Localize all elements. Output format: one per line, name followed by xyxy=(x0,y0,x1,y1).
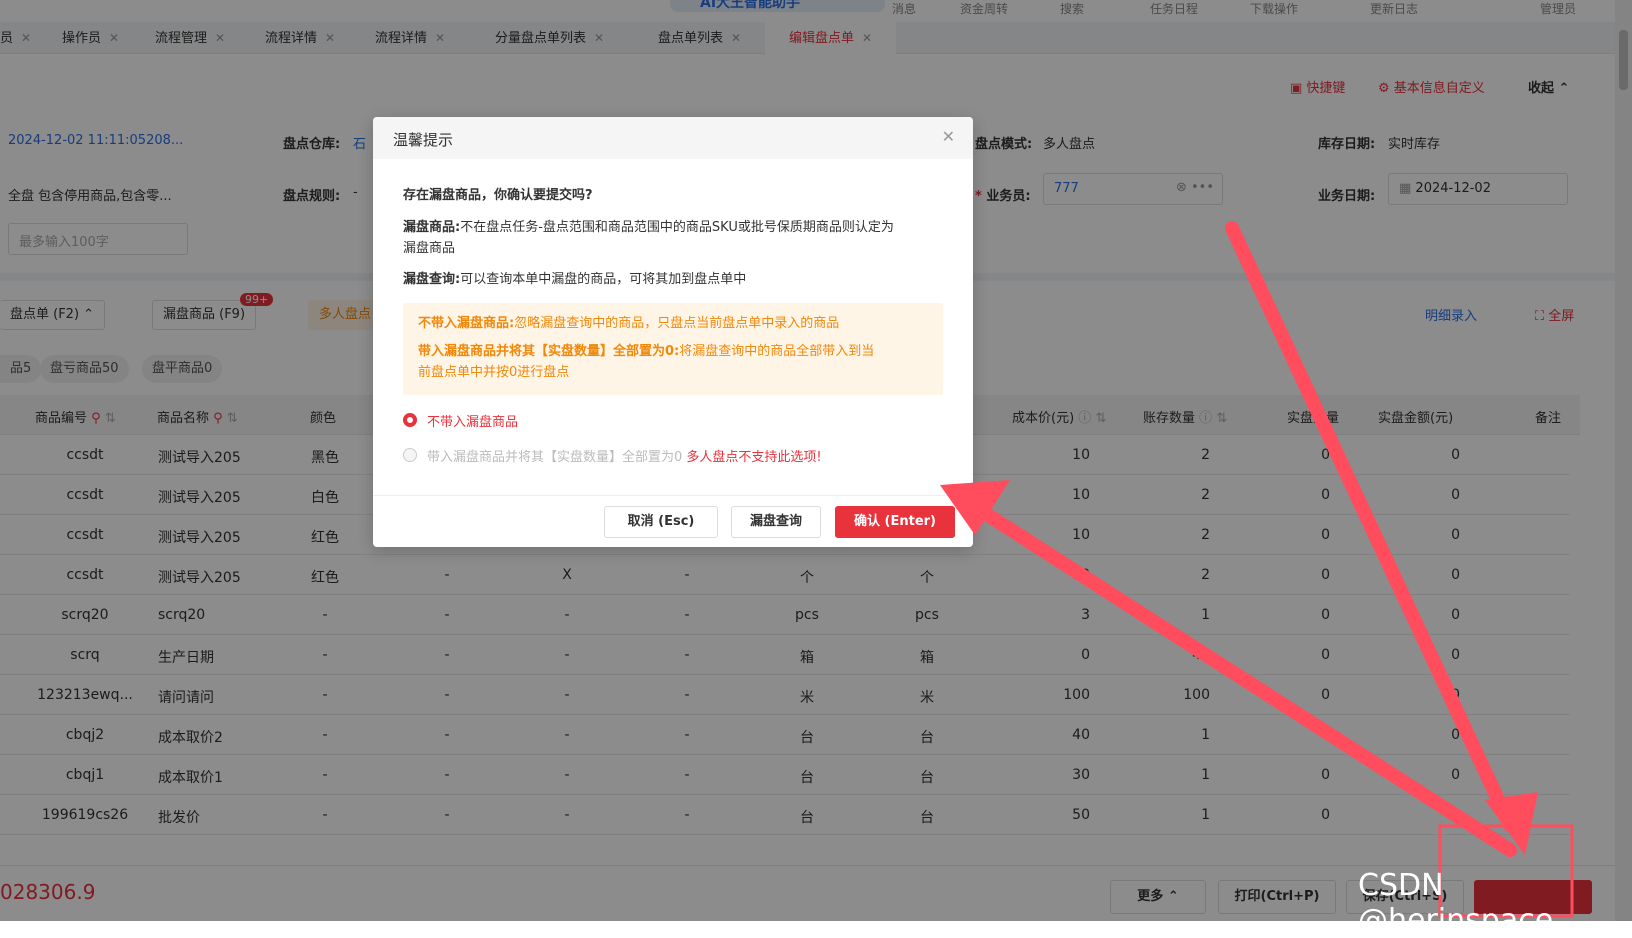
annotation-arrows xyxy=(940,221,1574,918)
watermark: CSDN @herinspace xyxy=(1358,868,1554,938)
arrow-line-1 xyxy=(1225,221,1517,832)
arrow-line-2 xyxy=(973,503,1517,857)
